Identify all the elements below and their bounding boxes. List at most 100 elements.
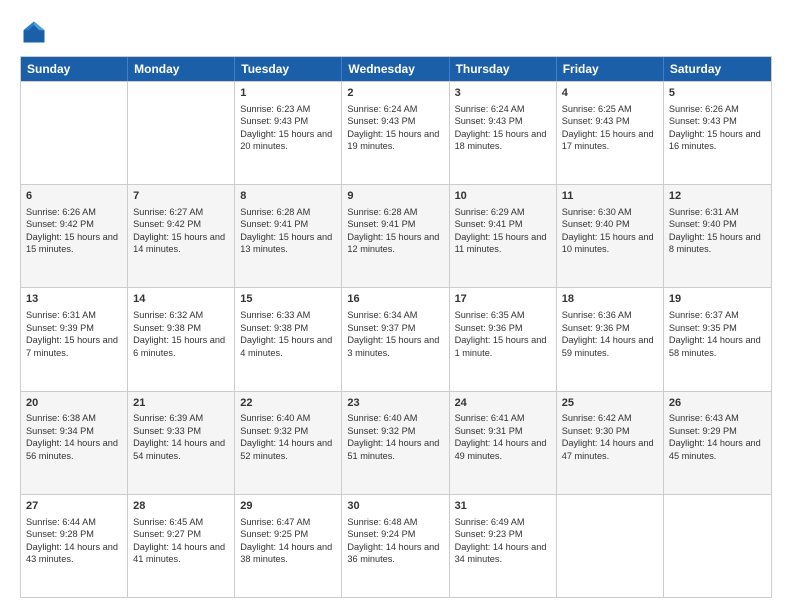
daylight-text: Daylight: 14 hours and 36 minutes.: [347, 542, 439, 564]
daylight-text: Daylight: 14 hours and 58 minutes.: [669, 335, 761, 357]
day-number: 18: [562, 292, 658, 307]
daylight-text: Daylight: 14 hours and 52 minutes.: [240, 438, 332, 460]
day-number: 10: [455, 189, 551, 204]
daylight-text: Daylight: 15 hours and 1 minute.: [455, 335, 547, 357]
calendar-cell: [128, 82, 235, 184]
daylight-text: Daylight: 15 hours and 10 minutes.: [562, 232, 654, 254]
day-number: 19: [669, 292, 766, 307]
sunrise-text: Sunrise: 6:32 AM: [133, 310, 203, 320]
calendar-cell: [21, 82, 128, 184]
calendar-cell: 1Sunrise: 6:23 AMSunset: 9:43 PMDaylight…: [235, 82, 342, 184]
sunrise-text: Sunrise: 6:45 AM: [133, 517, 203, 527]
sunrise-text: Sunrise: 6:41 AM: [455, 413, 525, 423]
sunset-text: Sunset: 9:28 PM: [26, 529, 94, 539]
calendar-cell: 22Sunrise: 6:40 AMSunset: 9:32 PMDayligh…: [235, 392, 342, 494]
daylight-text: Daylight: 15 hours and 17 minutes.: [562, 129, 654, 151]
calendar-cell: 20Sunrise: 6:38 AMSunset: 9:34 PMDayligh…: [21, 392, 128, 494]
daylight-text: Daylight: 14 hours and 56 minutes.: [26, 438, 118, 460]
calendar-row: 6Sunrise: 6:26 AMSunset: 9:42 PMDaylight…: [21, 184, 771, 287]
day-number: 13: [26, 292, 122, 307]
sunset-text: Sunset: 9:43 PM: [455, 116, 523, 126]
calendar-cell: 27Sunrise: 6:44 AMSunset: 9:28 PMDayligh…: [21, 495, 128, 597]
sunrise-text: Sunrise: 6:29 AM: [455, 207, 525, 217]
sunset-text: Sunset: 9:34 PM: [26, 426, 94, 436]
sunset-text: Sunset: 9:27 PM: [133, 529, 201, 539]
day-number: 17: [455, 292, 551, 307]
sunrise-text: Sunrise: 6:38 AM: [26, 413, 96, 423]
calendar-cell: 25Sunrise: 6:42 AMSunset: 9:30 PMDayligh…: [557, 392, 664, 494]
daylight-text: Daylight: 15 hours and 11 minutes.: [455, 232, 547, 254]
day-number: 12: [669, 189, 766, 204]
sunset-text: Sunset: 9:41 PM: [455, 219, 523, 229]
daylight-text: Daylight: 15 hours and 20 minutes.: [240, 129, 332, 151]
calendar-cell: 13Sunrise: 6:31 AMSunset: 9:39 PMDayligh…: [21, 288, 128, 390]
sunrise-text: Sunrise: 6:49 AM: [455, 517, 525, 527]
sunrise-text: Sunrise: 6:40 AM: [240, 413, 310, 423]
daylight-text: Daylight: 14 hours and 54 minutes.: [133, 438, 225, 460]
sunset-text: Sunset: 9:32 PM: [347, 426, 415, 436]
day-number: 23: [347, 396, 443, 411]
sunset-text: Sunset: 9:23 PM: [455, 529, 523, 539]
day-number: 22: [240, 396, 336, 411]
sunrise-text: Sunrise: 6:47 AM: [240, 517, 310, 527]
day-number: 2: [347, 86, 443, 101]
calendar-cell: 28 Sunrise: 6:45 AM Sunset: 9:27 PM Dayligh…: [128, 495, 235, 597]
daylight-text: Daylight: 15 hours and 4 minutes.: [240, 335, 332, 357]
sunrise-text: Sunrise: 6:33 AM: [240, 310, 310, 320]
daylight-text: Daylight: 15 hours and 3 minutes.: [347, 335, 439, 357]
sunrise-text: Sunrise: 6:24 AM: [347, 104, 417, 114]
day-number: 28: [133, 499, 229, 514]
sunset-text: Sunset: 9:42 PM: [26, 219, 94, 229]
calendar-row: 13Sunrise: 6:31 AMSunset: 9:39 PMDayligh…: [21, 287, 771, 390]
daylight-text: Daylight: 15 hours and 14 minutes.: [133, 232, 225, 254]
daylight-text: Daylight: 15 hours and 7 minutes.: [26, 335, 118, 357]
day-number: 11: [562, 189, 658, 204]
calendar-cell: 26Sunrise: 6:43 AMSunset: 9:29 PMDayligh…: [664, 392, 771, 494]
page: SundayMondayTuesdayWednesdayThursdayFrid…: [0, 0, 792, 612]
sunrise-text: Sunrise: 6:28 AM: [347, 207, 417, 217]
calendar-row: 1Sunrise: 6:23 AMSunset: 9:43 PMDaylight…: [21, 81, 771, 184]
calendar-cell: [664, 495, 771, 597]
header-cell-thursday: Thursday: [450, 57, 557, 81]
sunrise-text: Sunrise: 6:30 AM: [562, 207, 632, 217]
calendar-cell: 5Sunrise: 6:26 AMSunset: 9:43 PMDaylight…: [664, 82, 771, 184]
day-number: 30: [347, 499, 443, 514]
sunset-text: Sunset: 9:29 PM: [669, 426, 737, 436]
day-number: 25: [562, 396, 658, 411]
calendar-header: SundayMondayTuesdayWednesdayThursdayFrid…: [21, 57, 771, 81]
sunset-text: Sunset: 9:36 PM: [562, 323, 630, 333]
daylight-text: Daylight: 15 hours and 12 minutes.: [347, 232, 439, 254]
calendar-cell: 10 Sunrise: 6:29 AM Sunset: 9:41 PM Dayligh…: [450, 185, 557, 287]
calendar-row: 27Sunrise: 6:44 AMSunset: 9:28 PMDayligh…: [21, 494, 771, 597]
calendar-cell: 19Sunrise: 6:37 AMSunset: 9:35 PMDayligh…: [664, 288, 771, 390]
sunrise-text: Sunrise: 6:34 AM: [347, 310, 417, 320]
header-cell-wednesday: Wednesday: [342, 57, 449, 81]
day-number: 5: [669, 86, 766, 101]
sunset-text: Sunset: 9:43 PM: [347, 116, 415, 126]
sunrise-text: Sunrise: 6:31 AM: [669, 207, 739, 217]
sunrise-text: Sunrise: 6:44 AM: [26, 517, 96, 527]
sunrise-text: Sunrise: 6:26 AM: [669, 104, 739, 114]
daylight-text: Daylight: 15 hours and 16 minutes.: [669, 129, 761, 151]
calendar-cell: 18Sunrise: 6:36 AMSunset: 9:36 PMDayligh…: [557, 288, 664, 390]
day-number: 16: [347, 292, 443, 307]
sunrise-text: Sunrise: 6:25 AM: [562, 104, 632, 114]
header-cell-tuesday: Tuesday: [235, 57, 342, 81]
day-number: 4: [562, 86, 658, 101]
daylight-text: Daylight: 14 hours and 41 minutes.: [133, 542, 225, 564]
sunset-text: Sunset: 9:36 PM: [455, 323, 523, 333]
calendar-cell: 21Sunrise: 6:39 AMSunset: 9:33 PMDayligh…: [128, 392, 235, 494]
daylight-text: Daylight: 14 hours and 43 minutes.: [26, 542, 118, 564]
day-number: 14: [133, 292, 229, 307]
sunset-text: Sunset: 9:42 PM: [133, 219, 201, 229]
sunset-text: Sunset: 9:38 PM: [240, 323, 308, 333]
daylight-text: Daylight: 14 hours and 34 minutes.: [455, 542, 547, 564]
daylight-text: Daylight: 14 hours and 45 minutes.: [669, 438, 761, 460]
daylight-text: Daylight: 15 hours and 6 minutes.: [133, 335, 225, 357]
day-number: 21: [133, 396, 229, 411]
calendar-cell: 24Sunrise: 6:41 AMSunset: 9:31 PMDayligh…: [450, 392, 557, 494]
sunrise-text: Sunrise: 6:48 AM: [347, 517, 417, 527]
calendar-cell: 4Sunrise: 6:25 AMSunset: 9:43 PMDaylight…: [557, 82, 664, 184]
daylight-text: Daylight: 14 hours and 59 minutes.: [562, 335, 654, 357]
day-number: 15: [240, 292, 336, 307]
